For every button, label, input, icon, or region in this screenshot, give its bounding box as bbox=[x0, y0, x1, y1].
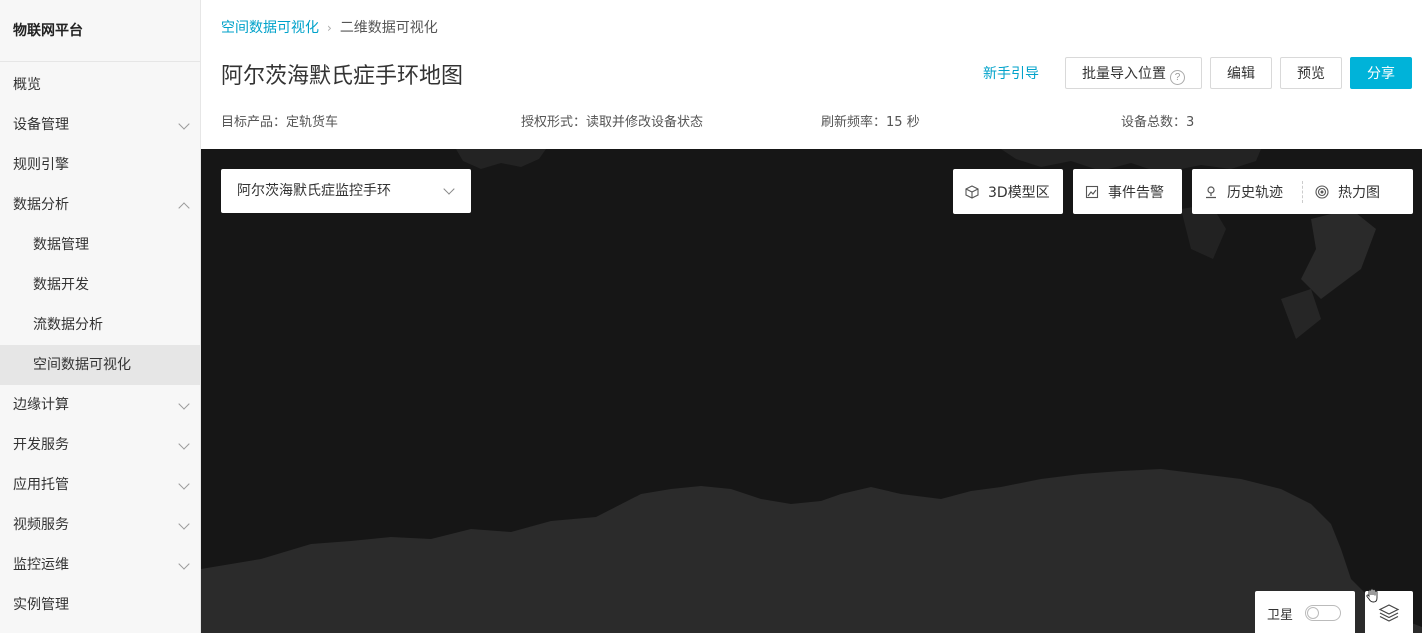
sidebar-item-instance-management[interactable]: 实例管理 bbox=[0, 585, 200, 625]
share-button[interactable]: 分享 bbox=[1350, 57, 1412, 89]
breadcrumb-link-spatial-visualization[interactable]: 空间数据可视化 bbox=[221, 20, 319, 36]
breadcrumb: 空间数据可视化 › 二维数据可视化 bbox=[221, 17, 438, 37]
device-select-value: 阿尔茨海默氏症监控手环 bbox=[237, 183, 391, 199]
meta-value: 读取并修改设备状态 bbox=[586, 115, 704, 130]
chevron-down-icon bbox=[443, 183, 455, 195]
sidebar-item-video-services[interactable]: 视频服务 bbox=[0, 505, 200, 545]
meta-auth-type: 授权形式：读取并修改设备状态 bbox=[521, 111, 703, 130]
event-alarm-button[interactable]: 事件告警 bbox=[1073, 169, 1182, 214]
meta-value: 定轨货车 bbox=[286, 115, 339, 130]
sidebar-item-label: 视频服务 bbox=[13, 517, 69, 533]
sidebar-item-label: 边缘计算 bbox=[13, 397, 69, 413]
breadcrumb-separator-icon: › bbox=[327, 21, 332, 35]
meta-label: 目标产品： bbox=[221, 115, 287, 130]
event-alarm-label: 事件告警 bbox=[1108, 184, 1164, 201]
batch-import-label: 批量导入位置 bbox=[1082, 65, 1166, 81]
chevron-up-icon bbox=[178, 202, 190, 214]
sidebar: 物联网平台 概览 设备管理 规则引擎 数据分析 数据管理 数据开发 流数据分析 … bbox=[0, 0, 201, 633]
model-3d-button[interactable]: 3D模型区 bbox=[953, 169, 1063, 214]
satellite-label: 卫星 bbox=[1267, 607, 1294, 623]
page-title: 阿尔茨海默氏症手环地图 bbox=[221, 64, 464, 89]
help-icon[interactable]: ? bbox=[1170, 70, 1185, 85]
sidebar-item-dev-services[interactable]: 开发服务 bbox=[0, 425, 200, 465]
model-3d-label: 3D模型区 bbox=[988, 184, 1050, 201]
page-header: 空间数据可视化 › 二维数据可视化 阿尔茨海默氏症手环地图 新手引导 批量导入位置?… bbox=[202, 0, 1422, 149]
map-canvas[interactable]: 阿尔茨海默氏症监控手环 3D模型区 事件告警 历史轨迹 热力图 卫星 bbox=[201, 149, 1422, 633]
sidebar-item-label: 规则引擎 bbox=[13, 157, 69, 173]
sidebar-item-label: 开发服务 bbox=[13, 437, 69, 453]
satellite-toggle: 卫星 bbox=[1255, 591, 1355, 633]
sidebar-item-data-analysis[interactable]: 数据分析 bbox=[0, 185, 200, 225]
meta-label: 设备总数： bbox=[1121, 115, 1187, 130]
preview-button[interactable]: 预览 bbox=[1280, 57, 1342, 89]
chevron-down-icon bbox=[178, 398, 190, 410]
meta-device-count: 设备总数：3 bbox=[1121, 111, 1194, 130]
sidebar-item-data-development[interactable]: 数据开发 bbox=[0, 265, 200, 305]
sidebar-item-label: 监控运维 bbox=[13, 557, 69, 573]
sidebar-item-label: 数据分析 bbox=[13, 197, 69, 213]
sidebar-item-overview[interactable]: 概览 bbox=[0, 65, 200, 105]
switch-knob bbox=[1307, 607, 1320, 619]
chevron-down-icon bbox=[178, 438, 190, 450]
location-pin-icon bbox=[1206, 185, 1216, 198]
meta-refresh-rate: 刷新频率：15 秒 bbox=[821, 111, 920, 130]
sidebar-item-label: 流数据分析 bbox=[33, 317, 103, 333]
layers-icon bbox=[1378, 604, 1400, 622]
action-bar: 新手引导 批量导入位置? 编辑 预览 分享 bbox=[983, 57, 1412, 89]
sidebar-item-label: 实例管理 bbox=[13, 597, 69, 613]
sidebar-brand: 物联网平台 bbox=[0, 0, 200, 62]
satellite-switch[interactable] bbox=[1305, 605, 1342, 621]
sidebar-item-label: 概览 bbox=[13, 77, 41, 93]
chevron-down-icon bbox=[178, 518, 190, 530]
chevron-down-icon bbox=[178, 558, 190, 570]
sidebar-item-label: 数据管理 bbox=[33, 237, 89, 253]
heatmap-button[interactable]: 热力图 bbox=[1303, 169, 1392, 214]
edit-button[interactable]: 编辑 bbox=[1210, 57, 1272, 89]
map-tool-group: 历史轨迹 热力图 bbox=[1192, 169, 1413, 214]
meta-label: 刷新频率： bbox=[821, 115, 887, 130]
heatmap-icon bbox=[1315, 184, 1329, 199]
alarm-image-icon bbox=[1085, 185, 1099, 198]
map-land-shapes bbox=[201, 149, 1422, 633]
sidebar-item-label: 空间数据可视化 bbox=[33, 357, 131, 373]
meta-value: 3 bbox=[1186, 115, 1195, 130]
breadcrumb-current: 二维数据可视化 bbox=[339, 20, 438, 36]
hand-cursor-icon bbox=[1366, 588, 1378, 603]
sidebar-item-data-management[interactable]: 数据管理 bbox=[0, 225, 200, 265]
device-select[interactable]: 阿尔茨海默氏症监控手环 bbox=[221, 169, 471, 213]
heatmap-label: 热力图 bbox=[1338, 184, 1380, 201]
sidebar-item-label: 数据开发 bbox=[33, 277, 89, 293]
sidebar-item-edge-computing[interactable]: 边缘计算 bbox=[0, 385, 200, 425]
cube-icon bbox=[965, 184, 979, 199]
sidebar-item-device-management[interactable]: 设备管理 bbox=[0, 105, 200, 145]
sidebar-item-rule-engine[interactable]: 规则引擎 bbox=[0, 145, 200, 185]
history-track-label: 历史轨迹 bbox=[1227, 184, 1283, 201]
sidebar-item-spatial-visualization[interactable]: 空间数据可视化 bbox=[0, 345, 200, 385]
chevron-down-icon bbox=[178, 478, 190, 490]
sidebar-item-monitoring[interactable]: 监控运维 bbox=[0, 545, 200, 585]
meta-value: 15 秒 bbox=[886, 115, 920, 130]
guide-link[interactable]: 新手引导 bbox=[983, 63, 1039, 83]
sidebar-item-stream-analysis[interactable]: 流数据分析 bbox=[0, 305, 200, 345]
meta-label: 授权形式： bbox=[521, 115, 587, 130]
sidebar-item-app-hosting[interactable]: 应用托管 bbox=[0, 465, 200, 505]
chevron-down-icon bbox=[178, 118, 190, 130]
sidebar-item-label: 设备管理 bbox=[13, 117, 69, 133]
history-track-button[interactable]: 历史轨迹 bbox=[1192, 169, 1302, 214]
meta-target-product: 目标产品：定轨货车 bbox=[221, 111, 338, 130]
batch-import-button[interactable]: 批量导入位置? bbox=[1065, 57, 1202, 89]
sidebar-item-label: 应用托管 bbox=[13, 477, 69, 493]
